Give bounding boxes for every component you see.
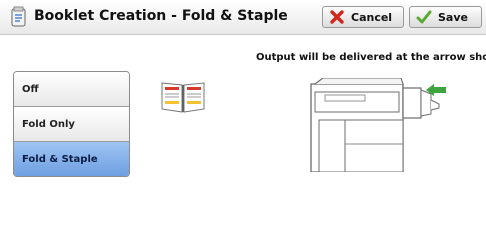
- cancel-button[interactable]: Cancel: [322, 6, 404, 28]
- option-label: Fold & Staple: [22, 154, 98, 165]
- option-off[interactable]: Off: [14, 72, 129, 107]
- green-arrow-icon: [426, 84, 446, 96]
- option-fold-only[interactable]: Fold Only: [14, 107, 129, 142]
- option-fold-and-staple[interactable]: Fold & Staple: [14, 142, 129, 176]
- option-label: Off: [22, 83, 39, 95]
- page-title: Booklet Creation - Fold & Staple: [34, 8, 288, 24]
- open-booklet-icon: [161, 82, 205, 113]
- save-button[interactable]: Save: [409, 6, 482, 28]
- save-button-label: Save: [438, 10, 468, 24]
- option-label: Fold Only: [22, 118, 75, 130]
- green-check-icon: [416, 10, 432, 24]
- fold-staple-options: Off Fold Only Fold & Staple: [13, 71, 130, 177]
- red-x-icon: [330, 10, 344, 24]
- output-instruction: Output will be delivered at the arrow sh…: [256, 52, 486, 63]
- title-bar: Booklet Creation - Fold & Staple Cancel …: [0, 0, 486, 35]
- cancel-button-label: Cancel: [351, 10, 393, 24]
- booklet-feature-icon: [11, 6, 26, 27]
